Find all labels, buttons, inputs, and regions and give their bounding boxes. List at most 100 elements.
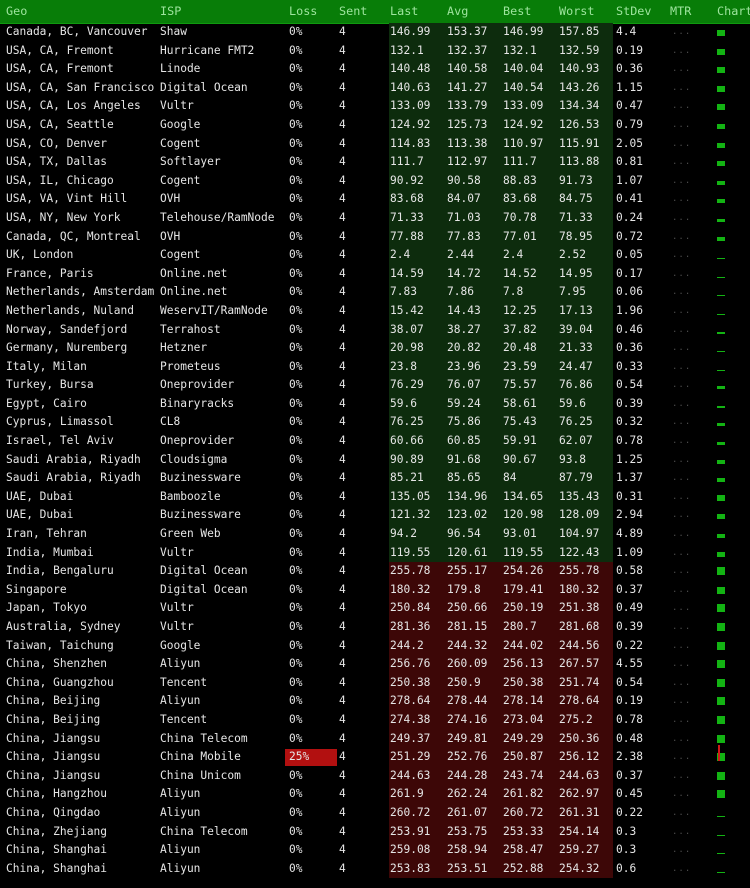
mtr-link[interactable]: ... bbox=[672, 525, 691, 544]
cell-worst: 140.93 bbox=[559, 62, 600, 76]
cell-loss: 25% bbox=[289, 750, 310, 764]
table-row: USA, VA, Vint Hill OVH 0% 4 83.68 84.07 83.68 8… bbox=[0, 190, 750, 209]
header-isp[interactable]: ISP bbox=[160, 0, 181, 23]
mtr-link[interactable]: ... bbox=[672, 562, 691, 581]
cell-loss: 0% bbox=[289, 452, 303, 466]
cell-worst: 87.79 bbox=[559, 471, 593, 485]
cell-isp: Softlayer bbox=[160, 155, 221, 169]
mtr-link[interactable]: ... bbox=[672, 135, 691, 154]
mtr-link[interactable]: ... bbox=[672, 339, 691, 358]
cell-loss: 0% bbox=[289, 489, 303, 503]
mtr-link[interactable]: ... bbox=[672, 376, 691, 395]
mtr-link[interactable]: ... bbox=[672, 246, 691, 265]
mtr-link[interactable]: ... bbox=[672, 190, 691, 209]
cell-loss: 0% bbox=[289, 415, 303, 429]
cell-worst: 17.13 bbox=[559, 303, 593, 317]
mtr-link[interactable]: ... bbox=[672, 42, 691, 61]
latency-sparkline-bar bbox=[717, 85, 725, 92]
latency-sparkline-bar bbox=[717, 442, 725, 446]
mtr-link[interactable]: ... bbox=[672, 860, 691, 879]
mtr-link[interactable]: ... bbox=[672, 767, 691, 786]
mtr-link[interactable]: ... bbox=[672, 618, 691, 637]
mtr-link[interactable]: ... bbox=[672, 599, 691, 618]
cell-last: 14.59 bbox=[390, 266, 424, 280]
cell-best: 111.7 bbox=[503, 155, 537, 169]
cell-loss: 0% bbox=[289, 843, 303, 857]
header-geo[interactable]: Geo bbox=[6, 0, 27, 23]
mtr-link[interactable]: ... bbox=[672, 97, 691, 116]
mtr-link[interactable]: ... bbox=[672, 451, 691, 470]
table-row: Australia, Sydney Vultr 0% 4 281.36 281.15 280… bbox=[0, 618, 750, 637]
mtr-link[interactable]: ... bbox=[672, 655, 691, 674]
cell-loss: 0% bbox=[289, 303, 303, 317]
mtr-link[interactable]: ... bbox=[672, 395, 691, 414]
header-best[interactable]: Best bbox=[503, 0, 531, 23]
cell-stdev: 1.37 bbox=[616, 471, 643, 485]
mtr-link[interactable]: ... bbox=[672, 283, 691, 302]
mtr-link[interactable]: ... bbox=[672, 228, 691, 247]
cell-last: 83.68 bbox=[390, 192, 424, 206]
mtr-link[interactable]: ... bbox=[672, 302, 691, 321]
mtr-link[interactable]: ... bbox=[672, 674, 691, 693]
cell-sent: 4 bbox=[339, 415, 346, 429]
cell-stdev: 0.05 bbox=[616, 248, 643, 262]
latency-sparkline-bar bbox=[717, 67, 725, 74]
mtr-link[interactable]: ... bbox=[672, 358, 691, 377]
mtr-link[interactable]: ... bbox=[672, 748, 691, 767]
mtr-link[interactable]: ... bbox=[672, 172, 691, 191]
cell-worst: 244.56 bbox=[559, 638, 600, 652]
mtr-link[interactable]: ... bbox=[672, 469, 691, 488]
mtr-link[interactable]: ... bbox=[672, 711, 691, 730]
mtr-link[interactable]: ... bbox=[672, 841, 691, 860]
mtr-link[interactable]: ... bbox=[672, 730, 691, 749]
cell-best: 110.97 bbox=[503, 136, 544, 150]
mtr-link[interactable]: ... bbox=[672, 823, 691, 842]
cell-avg: 7.86 bbox=[447, 285, 474, 299]
cell-isp: Aliyun bbox=[160, 805, 201, 819]
mtr-link[interactable]: ... bbox=[672, 265, 691, 284]
header-sent[interactable]: Sent bbox=[339, 0, 367, 23]
cell-worst: 126.53 bbox=[559, 117, 600, 131]
table-row: Taiwan, Taichung Google 0% 4 244.2 244.32 244.… bbox=[0, 636, 750, 656]
mtr-link[interactable]: ... bbox=[672, 804, 691, 823]
cell-last: 90.89 bbox=[390, 452, 424, 466]
mtr-link[interactable]: ... bbox=[672, 637, 691, 656]
header-mtr[interactable]: MTR bbox=[670, 0, 691, 23]
table-row: USA, CA, Fremont Linode 0% 4 140.48 140.58 140… bbox=[0, 60, 750, 79]
mtr-link[interactable]: ... bbox=[672, 413, 691, 432]
cell-sent: 4 bbox=[339, 229, 346, 243]
mtr-link[interactable]: ... bbox=[672, 116, 691, 135]
cell-best: 258.47 bbox=[503, 843, 544, 857]
table-row: Canada, QC, Montreal OVH 0% 4 77.88 77.83 77.0… bbox=[0, 227, 750, 247]
cell-loss: 0% bbox=[289, 712, 303, 726]
mtr-link[interactable]: ... bbox=[672, 785, 691, 804]
header-avg[interactable]: Avg bbox=[447, 0, 468, 23]
table-row: China, Beijing Aliyun 0% 4 278.64 278.44 278.1… bbox=[0, 692, 750, 711]
cell-best: 14.52 bbox=[503, 266, 537, 280]
cell-geo: China, Guangzhou bbox=[6, 675, 114, 689]
mtr-link[interactable]: ... bbox=[672, 506, 691, 525]
mtr-link[interactable]: ... bbox=[672, 692, 691, 711]
header-chart[interactable]: Chart bbox=[717, 0, 750, 23]
mtr-link[interactable]: ... bbox=[672, 321, 691, 340]
header-last[interactable]: Last bbox=[390, 0, 418, 23]
cell-geo: USA, IL, Chicago bbox=[6, 173, 114, 187]
mtr-link[interactable]: ... bbox=[672, 23, 691, 42]
header-loss[interactable]: Loss bbox=[289, 0, 317, 23]
cell-geo: Turkey, Bursa bbox=[6, 378, 94, 392]
header-worst[interactable]: Worst bbox=[559, 0, 595, 23]
mtr-link[interactable]: ... bbox=[672, 153, 691, 172]
cell-geo: Canada, QC, Montreal bbox=[6, 229, 141, 243]
mtr-link[interactable]: ... bbox=[672, 432, 691, 451]
mtr-link[interactable]: ... bbox=[672, 544, 691, 563]
mtr-link[interactable]: ... bbox=[672, 79, 691, 98]
cell-worst: 278.64 bbox=[559, 694, 600, 708]
mtr-link[interactable]: ... bbox=[672, 581, 691, 600]
header-stdev[interactable]: StDev bbox=[616, 0, 652, 23]
cell-isp: Tencent bbox=[160, 712, 208, 726]
mtr-link[interactable]: ... bbox=[672, 209, 691, 228]
cell-last: 124.92 bbox=[390, 117, 431, 131]
mtr-link[interactable]: ... bbox=[672, 488, 691, 507]
cell-isp: OVH bbox=[160, 192, 181, 206]
mtr-link[interactable]: ... bbox=[672, 60, 691, 79]
